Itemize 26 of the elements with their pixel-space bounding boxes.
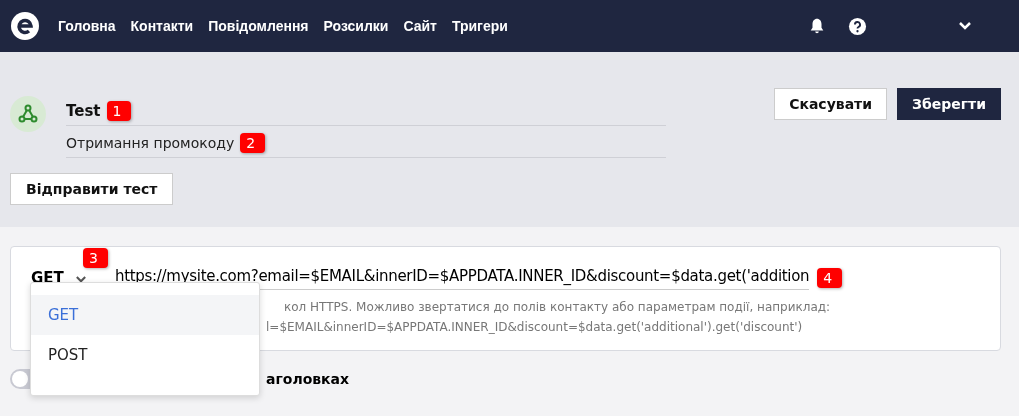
nav-link[interactable]: Контакти xyxy=(130,18,194,34)
chevron-down-icon[interactable] xyxy=(959,22,971,30)
nav-link[interactable]: Повідомлення xyxy=(208,18,309,34)
annotation-marker: 3 xyxy=(83,248,108,268)
send-test-button[interactable]: Відправити тест xyxy=(10,173,174,205)
chevron-down-icon xyxy=(75,275,86,283)
nav-link[interactable]: Тригери xyxy=(451,18,508,34)
bell-icon[interactable] xyxy=(808,17,826,35)
annotation-marker: 2 xyxy=(240,132,266,153)
menu-option[interactable]: GET xyxy=(31,295,259,335)
help-icon[interactable] xyxy=(848,16,867,36)
cancel-button[interactable]: Скасувати xyxy=(774,88,887,120)
trigger-description[interactable]: Отримання промокоду xyxy=(66,134,235,151)
hint-text: l=$EMAIL&innerID=$APPDATA.INNER_ID&discount=$data.get('additional').get('discount') xyxy=(266,319,804,336)
annotation-marker: 1 xyxy=(106,100,132,121)
nav-link[interactable]: Розсилки xyxy=(323,18,389,34)
menu-option[interactable]: POST xyxy=(31,335,259,375)
trigger-title[interactable]: Test xyxy=(66,101,101,120)
logo-icon[interactable] xyxy=(10,11,40,41)
hint-text: кол HTTPS. Можливо звертатися до полів контакту або параметрам події, наприклад: xyxy=(284,299,832,316)
toggle-label: аголовках xyxy=(266,371,350,387)
webhook-icon xyxy=(10,96,46,132)
annotation-marker: 4 xyxy=(817,268,843,288)
save-button[interactable]: Зберегти xyxy=(897,88,1001,120)
nav-link[interactable]: Головна xyxy=(58,18,116,34)
nav-link[interactable]: Сайт xyxy=(403,18,437,34)
